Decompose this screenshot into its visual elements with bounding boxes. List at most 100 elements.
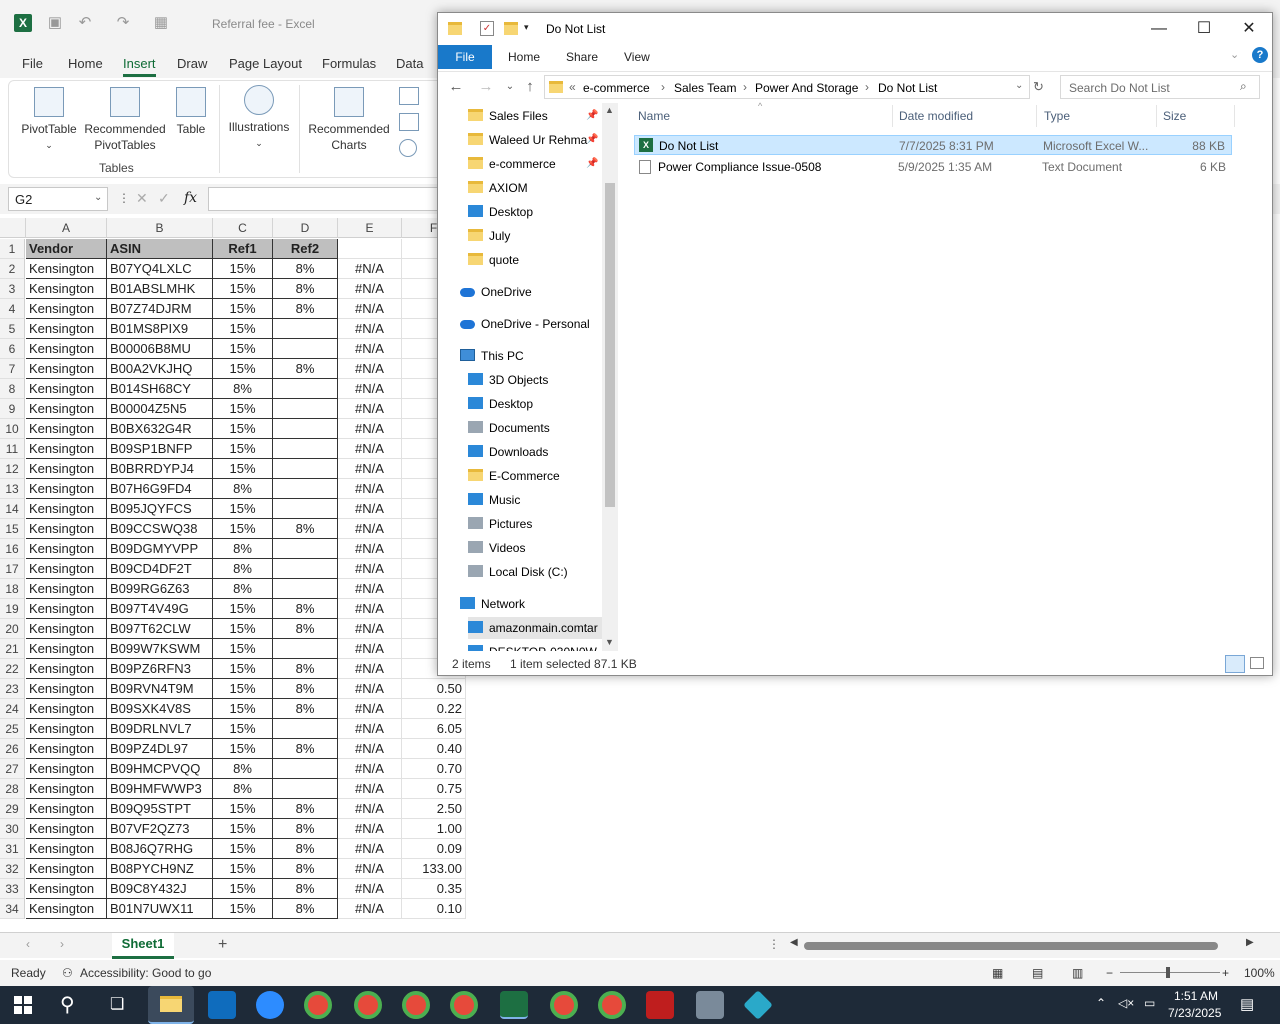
cell-a[interactable]: Kensington <box>26 879 107 899</box>
cell-b[interactable]: B09HMCPVQQ <box>107 759 213 779</box>
properties-icon[interactable]: ✓ <box>480 21 494 36</box>
cell-d[interactable]: 8% <box>273 659 338 679</box>
calculator-icon[interactable] <box>696 991 724 1019</box>
cell-e[interactable]: #N/A <box>338 379 402 399</box>
tab-home[interactable]: Home <box>68 56 103 71</box>
scroll-left-icon[interactable]: ◀ <box>790 937 798 948</box>
add-sheet-icon[interactable]: + <box>218 936 227 954</box>
minimize-icon[interactable]: — <box>1136 17 1182 41</box>
volume-icon[interactable]: ◁× <box>1118 996 1134 1010</box>
cell-a[interactable]: Kensington <box>26 299 107 319</box>
cell-d[interactable]: 8% <box>273 819 338 839</box>
cell-b[interactable]: B07H6G9FD4 <box>107 479 213 499</box>
cell-e[interactable]: #N/A <box>338 499 402 519</box>
sidebar-item[interactable]: OneDrive <box>460 281 594 303</box>
row-header[interactable]: 1 <box>0 239 25 259</box>
cell-c[interactable]: 15% <box>213 639 273 659</box>
maximize-icon[interactable]: ☐ <box>1181 17 1227 41</box>
up-icon[interactable]: ↑ <box>520 77 540 97</box>
cell-e[interactable]: #N/A <box>338 799 402 819</box>
cell-e[interactable]: #N/A <box>338 279 402 299</box>
sidebar-item[interactable]: E-Commerce <box>468 465 602 487</box>
select-all-corner[interactable] <box>0 218 26 238</box>
cell-f[interactable]: 0.35 <box>402 879 466 899</box>
row-header[interactable]: 3 <box>0 279 25 299</box>
row-header[interactable]: 20 <box>0 619 25 639</box>
save-icon[interactable]: ▣ <box>46 14 64 32</box>
cell-e[interactable]: #N/A <box>338 399 402 419</box>
row-header[interactable]: 25 <box>0 719 25 739</box>
cell-b[interactable]: B09DRLNVL7 <box>107 719 213 739</box>
sidebar-item[interactable]: quote <box>468 249 602 271</box>
cell-d[interactable]: 8% <box>273 299 338 319</box>
pie-chart-icon[interactable] <box>399 139 417 157</box>
tab-file[interactable]: File <box>438 45 492 69</box>
cell-b[interactable]: B09CCSWQ38 <box>107 519 213 539</box>
cell-f[interactable]: 6.05 <box>402 719 466 739</box>
sidebar-item[interactable]: AXIOM <box>468 177 602 199</box>
cell-e[interactable]: #N/A <box>338 559 402 579</box>
cell-b[interactable]: B099W7KSWM <box>107 639 213 659</box>
chrome-icon[interactable] <box>598 991 626 1019</box>
cell-a[interactable]: Kensington <box>26 619 107 639</box>
clock-time[interactable]: 1:51 AM <box>1174 989 1218 1003</box>
cell-a[interactable]: Kensington <box>26 639 107 659</box>
row-header[interactable]: 23 <box>0 679 25 699</box>
cell-c[interactable]: 15% <box>213 419 273 439</box>
column-header[interactable]: D <box>273 218 338 238</box>
cell-d[interactable] <box>273 639 338 659</box>
row-header[interactable]: 14 <box>0 499 25 519</box>
cell-b1[interactable]: ASIN <box>107 239 213 259</box>
details-view-icon[interactable] <box>1225 655 1245 673</box>
zoom-level[interactable]: 100% <box>1244 966 1275 980</box>
cell-e[interactable]: #N/A <box>338 579 402 599</box>
cell-b[interactable]: B07Z74DJRM <box>107 299 213 319</box>
filezilla-icon[interactable] <box>646 991 674 1019</box>
column-header[interactable]: C <box>213 218 273 238</box>
cell-a[interactable]: Kensington <box>26 279 107 299</box>
sidebar-item[interactable]: Music <box>468 489 602 511</box>
insert-function-icon[interactable]: fx <box>184 190 197 206</box>
chevron-right-icon[interactable]: › <box>661 80 665 94</box>
pin-icon[interactable]: 📌 <box>586 158 598 169</box>
cell-d[interactable] <box>273 319 338 339</box>
row-header[interactable]: 32 <box>0 859 25 879</box>
close-icon[interactable]: ✕ <box>1226 17 1272 41</box>
cell-e[interactable]: #N/A <box>338 479 402 499</box>
row-header[interactable]: 9 <box>0 399 25 419</box>
tab-home[interactable]: Home <box>508 50 540 64</box>
clock-date[interactable]: 7/23/2025 <box>1168 1006 1221 1020</box>
help-icon[interactable]: ? <box>1252 47 1268 63</box>
address-dropdown-icon[interactable]: ⌄ <box>1015 80 1023 91</box>
search-icon[interactable]: ⚲ <box>60 992 75 1017</box>
row-header[interactable]: 33 <box>0 879 25 899</box>
cell-a[interactable]: Kensington <box>26 579 107 599</box>
cell-a[interactable]: Kensington <box>26 499 107 519</box>
cell-b[interactable]: B01ABSLMHK <box>107 279 213 299</box>
cell-a[interactable]: Kensington <box>26 479 107 499</box>
chevron-up-icon[interactable]: ⌃ <box>1096 996 1106 1010</box>
cell-e[interactable]: #N/A <box>338 319 402 339</box>
bar-chart-icon[interactable] <box>399 87 419 105</box>
cell-e[interactable]: #N/A <box>338 719 402 739</box>
scroll-up-icon[interactable]: ▲ <box>605 105 614 115</box>
cell-b[interactable]: B09SXK4V8S <box>107 699 213 719</box>
cell-b[interactable]: B09RVN4T9M <box>107 679 213 699</box>
cell-b[interactable]: B09HMFWWP3 <box>107 779 213 799</box>
cell-b[interactable]: B01MS8PIX9 <box>107 319 213 339</box>
row-header[interactable]: 5 <box>0 319 25 339</box>
cell-a[interactable]: Kensington <box>26 679 107 699</box>
cell-a[interactable]: Kensington <box>26 419 107 439</box>
zoom-out-icon[interactable]: − <box>1106 966 1113 980</box>
cell-f[interactable]: 2.50 <box>402 799 466 819</box>
cell-d[interactable] <box>273 499 338 519</box>
row-header[interactable]: 12 <box>0 459 25 479</box>
cell-d[interactable]: 8% <box>273 799 338 819</box>
illustrations-button[interactable]: Illustrations ⌄ <box>225 85 293 151</box>
tab-view[interactable]: View <box>624 50 650 64</box>
chevron-right-icon[interactable]: › <box>865 80 869 94</box>
column-size[interactable]: Size <box>1163 109 1186 123</box>
cell-b[interactable]: B01N7UWX11 <box>107 899 213 919</box>
undo-icon[interactable]: ↶ <box>76 14 94 32</box>
cell-b[interactable]: B09CD4DF2T <box>107 559 213 579</box>
